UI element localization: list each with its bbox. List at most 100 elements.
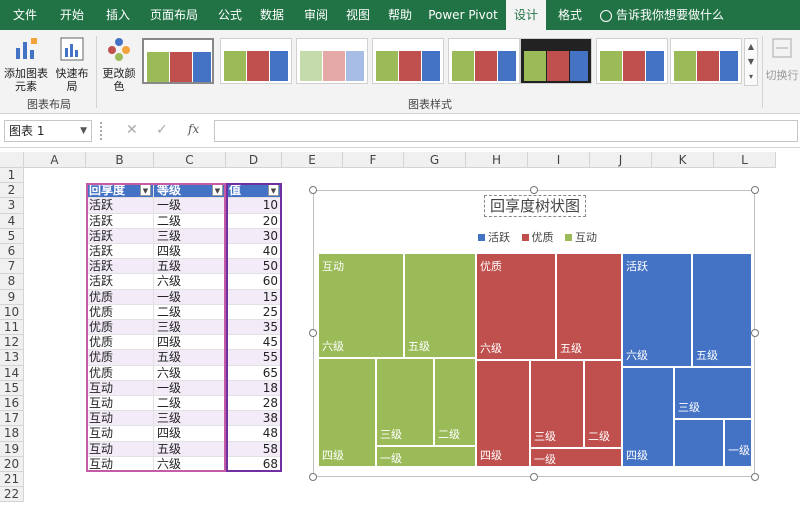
table-cell[interactable]: 18: [226, 380, 282, 396]
tab-page-layout[interactable]: 页面布局: [142, 0, 206, 30]
change-colors-button[interactable]: 更改颜色: [100, 36, 138, 93]
table-cell[interactable]: 20: [226, 213, 282, 229]
table-cell[interactable]: 互动: [86, 441, 154, 457]
row-header[interactable]: 2: [0, 183, 24, 199]
table-cell[interactable]: 68: [226, 456, 282, 472]
tell-me-search[interactable]: 告诉我你想要做什么: [600, 0, 730, 30]
table-cell[interactable]: 二级: [154, 304, 226, 320]
style-gallery-scroll[interactable]: ▲ ▼ ▾: [744, 38, 758, 86]
row-header[interactable]: 15: [0, 380, 24, 396]
row-header[interactable]: 3: [0, 198, 24, 214]
table-cell[interactable]: 二级: [154, 213, 226, 229]
resize-handle-se[interactable]: [751, 473, 759, 481]
table-cell[interactable]: 六级: [154, 365, 226, 381]
tab-data[interactable]: 数据: [252, 0, 292, 30]
row-header[interactable]: 1: [0, 168, 24, 184]
add-chart-element-button[interactable]: 添加图表元素: [4, 36, 48, 93]
table-cell[interactable]: 10: [226, 198, 282, 214]
more-icon[interactable]: ▾: [745, 69, 757, 84]
table-cell[interactable]: 35: [226, 320, 282, 336]
table-cell[interactable]: 互动: [86, 396, 154, 412]
insert-function-icon[interactable]: fx: [188, 122, 199, 136]
row-header[interactable]: 5: [0, 228, 24, 244]
table-cell[interactable]: 65: [226, 365, 282, 381]
table-cell[interactable]: 优质: [86, 335, 154, 351]
column-header[interactable]: L: [714, 152, 776, 168]
row-header[interactable]: 21: [0, 472, 24, 488]
tab-design[interactable]: 设计: [506, 0, 546, 30]
quick-layout-button[interactable]: 快速布局: [52, 36, 92, 93]
column-header[interactable]: G: [404, 152, 466, 168]
tile-hudong-l3[interactable]: 三级: [376, 358, 434, 446]
column-header[interactable]: C: [154, 152, 226, 168]
table-cell[interactable]: 三级: [154, 320, 226, 336]
row-header[interactable]: 16: [0, 396, 24, 412]
table-cell[interactable]: 活跃: [86, 274, 154, 290]
table-cell[interactable]: 四级: [154, 426, 226, 442]
table-cell[interactable]: 四级: [154, 335, 226, 351]
resize-handle[interactable]: [100, 122, 104, 140]
table-cell[interactable]: 三级: [154, 228, 226, 244]
tile-youzhi-l6[interactable]: 优质 六级: [476, 253, 556, 360]
tab-review[interactable]: 审阅: [296, 0, 336, 30]
tile-hudong-l6[interactable]: 互动 六级: [318, 253, 404, 358]
table-cell[interactable]: 互动: [86, 426, 154, 442]
chevron-down-icon[interactable]: ▼: [745, 54, 757, 69]
table-cell[interactable]: 活跃: [86, 198, 154, 214]
row-header[interactable]: 10: [0, 304, 24, 320]
tile-youzhi-l5[interactable]: 五级: [556, 253, 622, 360]
tab-help[interactable]: 帮助: [380, 0, 420, 30]
row-header[interactable]: 12: [0, 335, 24, 351]
table-cell[interactable]: 55: [226, 350, 282, 366]
table-cell[interactable]: 50: [226, 259, 282, 275]
resize-handle-sw[interactable]: [309, 473, 317, 481]
chevron-up-icon[interactable]: ▲: [745, 39, 757, 54]
tile-youzhi-l2[interactable]: 二级: [584, 360, 622, 448]
chart-style-7[interactable]: [596, 38, 668, 84]
tile-huoyue-l3[interactable]: 三级: [674, 367, 752, 419]
table-cell[interactable]: 优质: [86, 350, 154, 366]
tab-insert[interactable]: 插入: [98, 0, 138, 30]
column-header[interactable]: I: [528, 152, 590, 168]
tile-huoyue-l4[interactable]: 四级: [622, 367, 674, 467]
tile-huoyue-l6[interactable]: 活跃 六级: [622, 253, 692, 367]
table-cell[interactable]: 30: [226, 228, 282, 244]
formula-input[interactable]: [214, 120, 798, 142]
tile-hudong-l4[interactable]: 四级: [318, 358, 376, 467]
filter-dropdown-icon[interactable]: ▼: [268, 184, 279, 197]
chart-style-2[interactable]: [220, 38, 292, 84]
tab-power-pivot[interactable]: Power Pivot: [425, 0, 501, 30]
tile-youzhi-l4[interactable]: 四级: [476, 360, 530, 467]
table-cell[interactable]: 活跃: [86, 259, 154, 275]
select-all-corner[interactable]: [0, 152, 24, 168]
column-header[interactable]: D: [226, 152, 282, 168]
chart-style-4[interactable]: [372, 38, 444, 84]
table-cell[interactable]: 25: [226, 304, 282, 320]
tile-hudong-l2[interactable]: 二级: [434, 358, 476, 446]
row-header[interactable]: 11: [0, 320, 24, 336]
filter-dropdown-icon[interactable]: ▼: [140, 184, 151, 197]
table-cell[interactable]: 一级: [154, 289, 226, 305]
table-cell[interactable]: 六级: [154, 456, 226, 472]
tile-huoyue-l1[interactable]: 一级: [724, 419, 752, 467]
filter-dropdown-icon[interactable]: ▼: [212, 184, 223, 197]
tab-format[interactable]: 格式: [550, 0, 590, 30]
column-header[interactable]: B: [86, 152, 154, 168]
table-cell[interactable]: 五级: [154, 350, 226, 366]
table-cell[interactable]: 互动: [86, 380, 154, 396]
table-cell[interactable]: 活跃: [86, 228, 154, 244]
table-cell[interactable]: 38: [226, 411, 282, 427]
row-header[interactable]: 6: [0, 244, 24, 260]
row-header[interactable]: 13: [0, 350, 24, 366]
row-header[interactable]: 19: [0, 441, 24, 457]
table-cell[interactable]: 一级: [154, 198, 226, 214]
table-cell[interactable]: 15: [226, 289, 282, 305]
table-cell[interactable]: 活跃: [86, 244, 154, 260]
table-header-cell[interactable]: 回享度 ▼: [86, 183, 154, 199]
table-cell[interactable]: 互动: [86, 456, 154, 472]
column-header[interactable]: A: [24, 152, 86, 168]
table-cell[interactable]: 58: [226, 441, 282, 457]
table-cell[interactable]: 互动: [86, 411, 154, 427]
chart-style-1[interactable]: [142, 38, 214, 84]
resize-handle-s[interactable]: [530, 473, 538, 481]
